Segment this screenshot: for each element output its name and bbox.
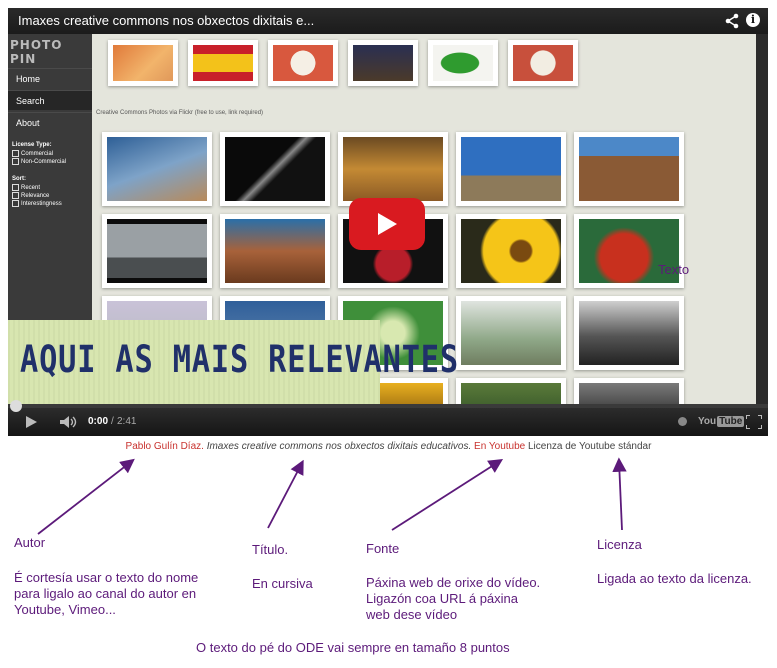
play-button[interactable] — [349, 198, 425, 250]
license-filter: License Type: Commercial Non-Commercial — [12, 142, 67, 166]
thumbnail — [508, 40, 578, 86]
fullscreen-icon[interactable] — [746, 415, 762, 429]
progress-bar[interactable] — [8, 404, 768, 408]
annotation-fonte-label: Fonte — [366, 541, 400, 556]
video-titlebar: Imaxes creative commons nos obxectos dix… — [8, 8, 768, 34]
thumbnail — [574, 132, 684, 206]
caption-author[interactable]: Pablo Gulín Díaz. — [126, 441, 204, 452]
thumbnail — [102, 132, 212, 206]
share-icon[interactable] — [724, 13, 740, 29]
thumbnail — [338, 132, 448, 206]
annotation-fonte-text: Páxina web de orixe do vídeo. Ligazón co… — [366, 575, 541, 622]
texto-label: Texto — [658, 262, 690, 277]
thumbnail — [102, 214, 212, 288]
thumbnail — [220, 132, 330, 206]
thumbnail — [220, 214, 330, 288]
thumbnail — [456, 132, 566, 206]
annotation-licenza-label: Licenza — [597, 537, 642, 552]
annotation-footer: O texto do pé do ODE vai sempre en tamañ… — [196, 640, 510, 655]
thumbnail — [428, 40, 498, 86]
video-frame[interactable]: PHOTO PIN Home Search About License Type… — [8, 8, 768, 404]
sort-filter: Sort: Recent Relevance Interestingness — [12, 176, 62, 208]
site-nav-home: Home — [8, 68, 92, 88]
settings-icon[interactable] — [678, 417, 687, 426]
caption-source[interactable]: En Youtube — [474, 441, 525, 452]
thumbnail — [108, 40, 178, 86]
time-total: 2:41 — [117, 416, 137, 427]
annotation-licenza-text: Ligada ao texto da licenza. — [597, 571, 752, 586]
thumbnail — [574, 296, 684, 370]
annotation-autor-text: É cortesía usar o texto do nome para lig… — [14, 570, 199, 617]
play-icon[interactable] — [26, 416, 37, 428]
thumbnail — [456, 296, 566, 370]
site-nav-about: About — [8, 112, 92, 132]
caption-title: Imaxes creative commons nos obxectos dix… — [206, 441, 472, 452]
progress-knob[interactable] — [10, 400, 22, 412]
site-logo: PHOTO PIN — [10, 38, 63, 66]
info-icon[interactable]: i — [746, 13, 760, 27]
site-scrollbar — [756, 34, 768, 404]
thumbnail — [188, 40, 258, 86]
video-banner: AQUI AS MAIS RELEVANTES — [8, 320, 458, 404]
annotation-autor-label: Autor — [14, 535, 46, 550]
arrow-autor — [37, 458, 135, 535]
video-title[interactable]: Imaxes creative commons nos obxectos dix… — [18, 13, 314, 28]
time-separator: / — [111, 416, 114, 427]
thumbnail — [456, 378, 566, 404]
caption-license[interactable]: Licenza de Youtube stándar — [528, 441, 651, 452]
site-nav-search: Search — [8, 90, 92, 110]
banner-text: AQUI AS MAIS RELEVANTES — [20, 338, 459, 381]
ode-caption: Pablo Gulín Díaz. Imaxes creative common… — [0, 441, 777, 452]
player-controls: 0:00 / 2:41 You Tube — [8, 408, 768, 436]
arrow-licenza — [612, 457, 627, 531]
time-current: 0:00 — [88, 416, 109, 427]
video-player[interactable]: PHOTO PIN Home Search About License Type… — [8, 8, 768, 436]
thumbnail — [456, 214, 566, 288]
arrow-titulo — [267, 459, 304, 529]
thumbnail — [268, 40, 338, 86]
cc-photos-label: Creative Commons Photos via Flickr (free… — [96, 110, 264, 116]
thumbnail — [574, 378, 684, 404]
youtube-logo[interactable]: You Tube — [698, 416, 745, 428]
arrow-fonte — [391, 459, 504, 531]
volume-icon[interactable] — [60, 416, 78, 428]
thumbnail — [348, 40, 418, 86]
annotation-titulo-label: Título. — [252, 542, 289, 557]
annotation-titulo-text: En cursiva — [252, 576, 313, 591]
